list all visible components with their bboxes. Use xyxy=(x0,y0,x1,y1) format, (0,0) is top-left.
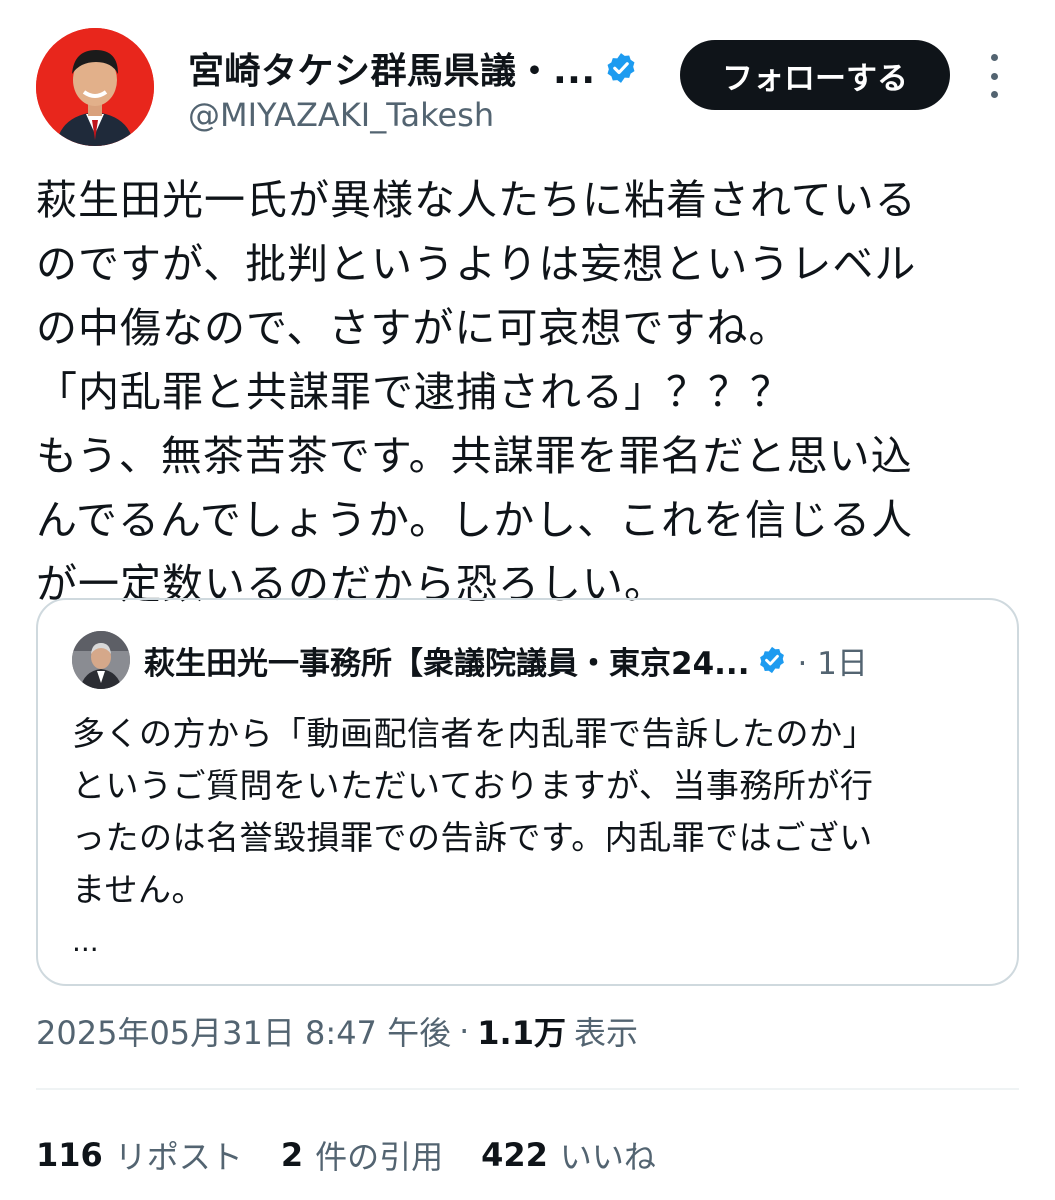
tweet-meta: 2025年05月31日 8:47 午後 · 1.1万 表示 xyxy=(36,1006,1026,1056)
quoted-author-avatar-image xyxy=(72,631,130,689)
quote-count: 2 xyxy=(280,1136,304,1174)
quoted-verified-badge-icon[interactable] xyxy=(757,645,787,675)
quoted-text-line: 多くの方から「動画配信者を内乱罪で告訴したのか」 xyxy=(72,714,876,753)
tweet-timestamp[interactable]: 2025年05月31日 8:47 午後 xyxy=(36,1008,451,1054)
tweet-text-line: んでるんでしょうか。しかし、これを信じる人 xyxy=(36,496,914,544)
quote-label: 件の引用 xyxy=(315,1138,444,1176)
author-avatar[interactable] xyxy=(36,28,154,146)
quoted-text-line: ません。 xyxy=(72,870,206,909)
quoted-text-line: というご質問をいただいておりますが、当事務所が行 xyxy=(72,766,874,805)
follow-button[interactable]: フォローする xyxy=(680,40,950,110)
quoted-tweet-card[interactable]: 萩生田光一事務所【衆議院議員・東京24... · 1日 多くの方から「動画配信者… xyxy=(36,598,1019,986)
quoted-text-ellipsis: ... xyxy=(72,925,99,958)
more-dot xyxy=(990,54,998,61)
repost-label: リポスト xyxy=(114,1138,243,1176)
meta-separator: · xyxy=(459,1012,470,1050)
quoted-tweet-time[interactable]: · 1日 xyxy=(797,638,867,683)
tweet-text-line: の中傷なので、さすがに可哀想ですね。 xyxy=(36,304,791,352)
more-dot xyxy=(990,91,998,98)
quoted-tweet-text: 多くの方から「動画配信者を内乱罪で告訴したのか」 というご質問をいただいておりま… xyxy=(72,708,992,968)
tweet-text-line: もう、無茶苦茶です。共謀罪を罪名だと思い込 xyxy=(36,432,913,480)
author-avatar-image xyxy=(36,28,154,146)
quote-stat[interactable]: 2 件の引用 xyxy=(281,1132,443,1178)
divider xyxy=(36,1088,1019,1090)
engagement-stats: 116 リポスト 2 件の引用 422 いいね xyxy=(36,1130,694,1180)
more-options-icon[interactable] xyxy=(982,54,1006,98)
repost-stat[interactable]: 116 リポスト xyxy=(36,1132,243,1178)
author-display-name[interactable]: 宮崎タケシ群馬県議・... xyxy=(188,42,596,94)
tweet-text-line: のですが、批判というよりは妄想というレベル xyxy=(36,240,917,288)
quoted-author-name[interactable]: 萩生田光一事務所【衆議院議員・東京24... xyxy=(144,638,749,683)
repost-count: 116 xyxy=(36,1136,103,1174)
tweet-text-line: 萩生田光一氏が異様な人たちに粘着されている xyxy=(36,176,917,224)
more-dot xyxy=(990,72,998,80)
like-stat[interactable]: 422 いいね xyxy=(481,1132,656,1178)
tweet-text-line: 「内乱罪と共謀罪で逮捕される」？？？ xyxy=(36,368,792,416)
verified-badge-icon[interactable] xyxy=(604,51,638,85)
quoted-text-line: ったのは名誉毀損罪での告訴です。内乱罪ではござい xyxy=(72,818,873,857)
tweet-text: 萩生田光一氏が異様な人たちに粘着されている のですが、批判というよりは妄想という… xyxy=(36,168,1026,616)
quoted-author-avatar[interactable] xyxy=(72,631,130,689)
view-count-label: 表示 xyxy=(573,1014,638,1052)
author-handle[interactable]: @MIYAZAKI_Takesh xyxy=(188,96,668,134)
quoted-tweet-header: 萩生田光一事務所【衆議院議員・東京24... · 1日 xyxy=(72,630,992,690)
tweet-header: 宮崎タケシ群馬県議・... @MIYAZAKI_Takesh フォローする xyxy=(36,28,1026,146)
author-name-row: 宮崎タケシ群馬県議・... xyxy=(188,42,668,94)
view-count: 1.1万 xyxy=(477,1014,566,1052)
like-count: 422 xyxy=(481,1136,548,1174)
like-label: いいね xyxy=(559,1138,656,1176)
author-info: 宮崎タケシ群馬県議・... @MIYAZAKI_Takesh xyxy=(188,42,668,134)
